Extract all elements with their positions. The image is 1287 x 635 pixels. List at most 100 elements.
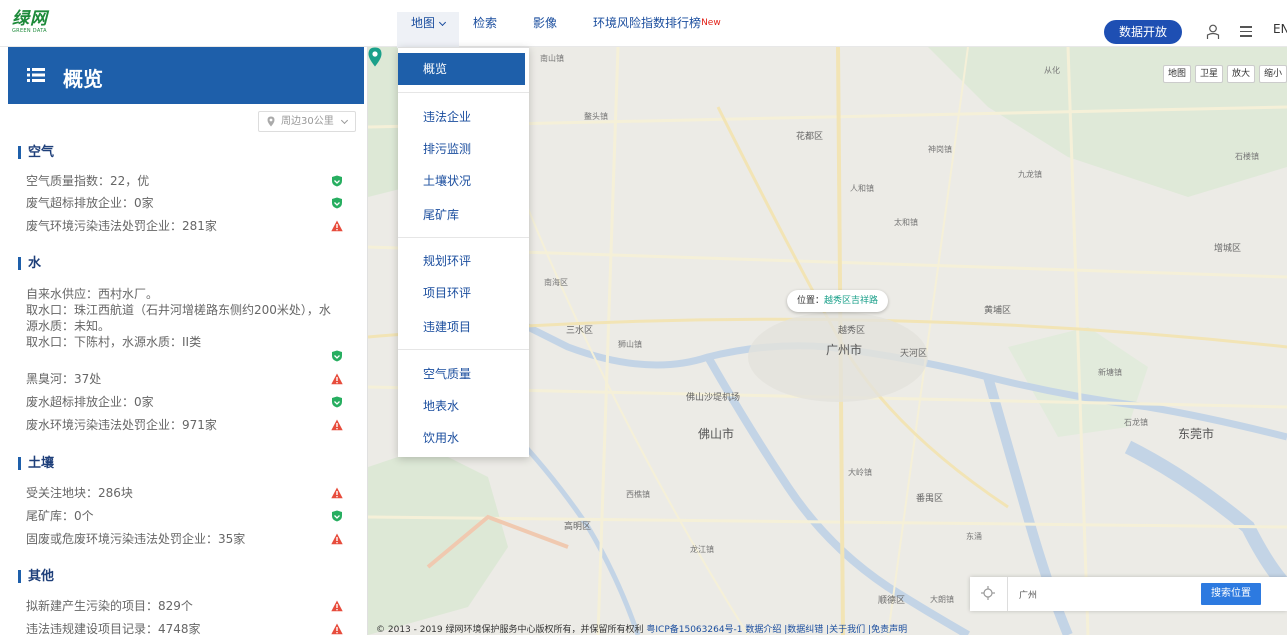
- map-label-huadu: 花都区: [796, 132, 824, 142]
- map-label-2: 石楼镇: [1235, 152, 1259, 161]
- ok-shield-icon: [332, 197, 342, 209]
- map-label-gaoming: 高明区: [564, 522, 592, 532]
- row-text: 废气超标排放企业：0家: [26, 196, 154, 210]
- menu-item-discharge-monitoring[interactable]: 排污监测: [398, 133, 529, 165]
- menu-icon[interactable]: [1240, 26, 1252, 37]
- warning-icon: [331, 623, 343, 635]
- air-row-aqi: 空气质量指数：22，优: [26, 173, 356, 189]
- map-label-zengcheng: 增城区: [1214, 244, 1242, 254]
- map-label-panyu: 番禺区: [916, 494, 944, 504]
- map-label-4: 大朗镇: [930, 595, 954, 604]
- nav-risk-ranking[interactable]: 环境风险指数排行榜New: [579, 12, 735, 48]
- row-text: 固废或危废环境污染违法处罚企业：35家: [26, 532, 246, 546]
- list-icon: [27, 68, 45, 82]
- warning-icon: [331, 220, 343, 232]
- menu-item-planning-eia[interactable]: 规划环评: [398, 245, 529, 277]
- menu-item-surface-water[interactable]: 地表水: [398, 390, 529, 422]
- nav-imagery-label: 影像: [533, 16, 558, 30]
- map-label-17: 西樵镇: [626, 490, 650, 499]
- row-text: 废气环境污染违法处罚企业：281家: [26, 219, 217, 233]
- main-nav: 地图 检索 影像 环境风险指数排行榜New: [397, 12, 735, 48]
- menu-item-tailings[interactable]: 尾矿库: [398, 199, 529, 231]
- map-label-14: 大岭镇: [848, 468, 872, 477]
- map-dropdown-menu: 概览 违法企业 排污监测 土壤状况 尾矿库 规划环评 项目环评 违建项目 空气质…: [398, 47, 529, 457]
- air-row-penalty: 废气环境污染违法处罚企业：281家: [26, 218, 356, 234]
- menu-item-illegal-construction[interactable]: 违建项目: [398, 311, 529, 343]
- menu-item-project-eia[interactable]: 项目环评: [398, 277, 529, 309]
- soil-row-waste: 固废或危废环境污染违法处罚企业：35家: [26, 531, 356, 547]
- chevron-down-icon: [438, 18, 447, 27]
- divider: [398, 92, 529, 93]
- map-type-button[interactable]: 地图: [1162, 65, 1191, 83]
- menu-item-soil-status[interactable]: 土壤状况: [398, 165, 529, 197]
- map-label-yuexiu: 越秀区: [838, 326, 866, 336]
- location-search-panel: 搜索位置: [970, 577, 1287, 611]
- new-badge: New: [701, 18, 721, 28]
- map-label-8: 人和镇: [850, 184, 874, 193]
- row-text: 受关注地块：286块: [26, 486, 133, 500]
- divider: [1007, 577, 1008, 611]
- open-data-button[interactable]: 数据开放: [1104, 20, 1182, 44]
- water-row-black-river: 黑臭河：37处: [26, 371, 356, 387]
- other-row-new-projects: 拟新建产生污染的项目：829个: [26, 598, 356, 614]
- user-icon[interactable]: [1206, 24, 1220, 40]
- ok-shield-icon: [332, 396, 342, 408]
- soil-row-tailings: 尾矿库：0个: [26, 508, 356, 524]
- water-row-intake-2: 取水口：下陈村，水源水质：II类: [26, 334, 356, 362]
- nav-imagery[interactable]: 影像: [519, 12, 571, 48]
- nav-search-label: 检索: [473, 16, 498, 30]
- crosshair-icon[interactable]: [981, 586, 995, 600]
- location-marker-icon[interactable]: [368, 47, 382, 67]
- map-label-11: 九龙镇: [1018, 170, 1042, 179]
- menu-item-overview[interactable]: 概览: [398, 53, 525, 85]
- map-label-foshan: 佛山市: [698, 427, 735, 441]
- row-text: 尾矿库：0个: [26, 509, 94, 523]
- map-label-dongguan: 东莞市: [1178, 427, 1215, 441]
- language-toggle[interactable]: EN: [1273, 22, 1287, 36]
- menu-item-drinking-water[interactable]: 饮用水: [398, 422, 529, 454]
- location-search-input[interactable]: [1019, 585, 1189, 603]
- map-label-tianhe: 天河区: [900, 349, 928, 359]
- satellite-button[interactable]: 卫星: [1194, 65, 1223, 83]
- location-value: 越秀区吉祥路: [824, 296, 879, 306]
- footer: © 2013 - 2019 绿网环境保护服务中心版权所有，并保留所有权利 粤IC…: [376, 622, 907, 635]
- range-select[interactable]: 周边30公里: [258, 111, 356, 132]
- nav-map[interactable]: 地图: [397, 12, 460, 48]
- row-text: 空气质量指数：22，优: [26, 174, 150, 188]
- row-text: 取水口：珠江西航道（石井河增槎路东侧约200米处），水源水质：未知。: [26, 303, 331, 333]
- location-prefix: 位置：: [797, 296, 825, 306]
- nav-search[interactable]: 检索: [459, 12, 511, 48]
- water-row-intake-1: 取水口：珠江西航道（石井河增槎路东侧约200米处），水源水质：未知。: [26, 302, 356, 334]
- map-label-6: 神岗镇: [928, 145, 952, 154]
- footer-links[interactable]: 粤ICP备15063264号-1 数据介绍 |数据纠错 |关于我们 |免责声明: [646, 625, 907, 635]
- search-location-button[interactable]: 搜索位置: [1201, 583, 1261, 605]
- ok-shield-icon: [332, 350, 342, 362]
- ok-shield-icon: [332, 175, 342, 187]
- air-row-exceed: 废气超标排放企业：0家: [26, 195, 356, 211]
- map-label-12: 从化: [1044, 66, 1060, 75]
- map-label-sanshui: 三水区: [566, 326, 594, 336]
- row-text: 拟新建产生污染的项目：829个: [26, 599, 193, 613]
- warning-icon: [331, 600, 343, 612]
- map-label-guangzhou: 广州市: [826, 343, 863, 357]
- water-row-supply: 自来水供应：西村水厂。: [26, 286, 356, 302]
- nav-map-label: 地图: [411, 16, 436, 30]
- menu-item-violating-enterprises[interactable]: 违法企业: [398, 101, 529, 133]
- logo-subtext: GREEN DATA: [12, 28, 47, 34]
- zoom-in-button[interactable]: 放大: [1226, 65, 1255, 83]
- map-label-16: 狮山镇: [618, 340, 642, 349]
- row-text: 取水口：下陈村，水源水质：II类: [26, 335, 202, 349]
- location-bubble: 位置：越秀区吉祥路: [787, 290, 889, 312]
- menu-item-air-quality[interactable]: 空气质量: [398, 358, 529, 390]
- logo[interactable]: 绿网 GREEN DATA: [12, 10, 72, 38]
- location-pin-icon: [267, 116, 275, 127]
- copyright-text: © 2013 - 2019 绿网环境保护服务中心版权所有，并保留所有权利: [376, 625, 647, 635]
- map-label-15: 南海区: [544, 278, 568, 287]
- row-text: 废水环境污染违法处罚企业：971家: [26, 418, 217, 432]
- warning-icon: [331, 373, 343, 385]
- map-label-shunde: 顺德区: [878, 596, 906, 606]
- divider: [398, 349, 529, 350]
- zoom-out-button[interactable]: 缩小: [1258, 65, 1287, 83]
- section-title-soil: 土壤: [18, 457, 54, 470]
- warning-icon: [331, 419, 343, 431]
